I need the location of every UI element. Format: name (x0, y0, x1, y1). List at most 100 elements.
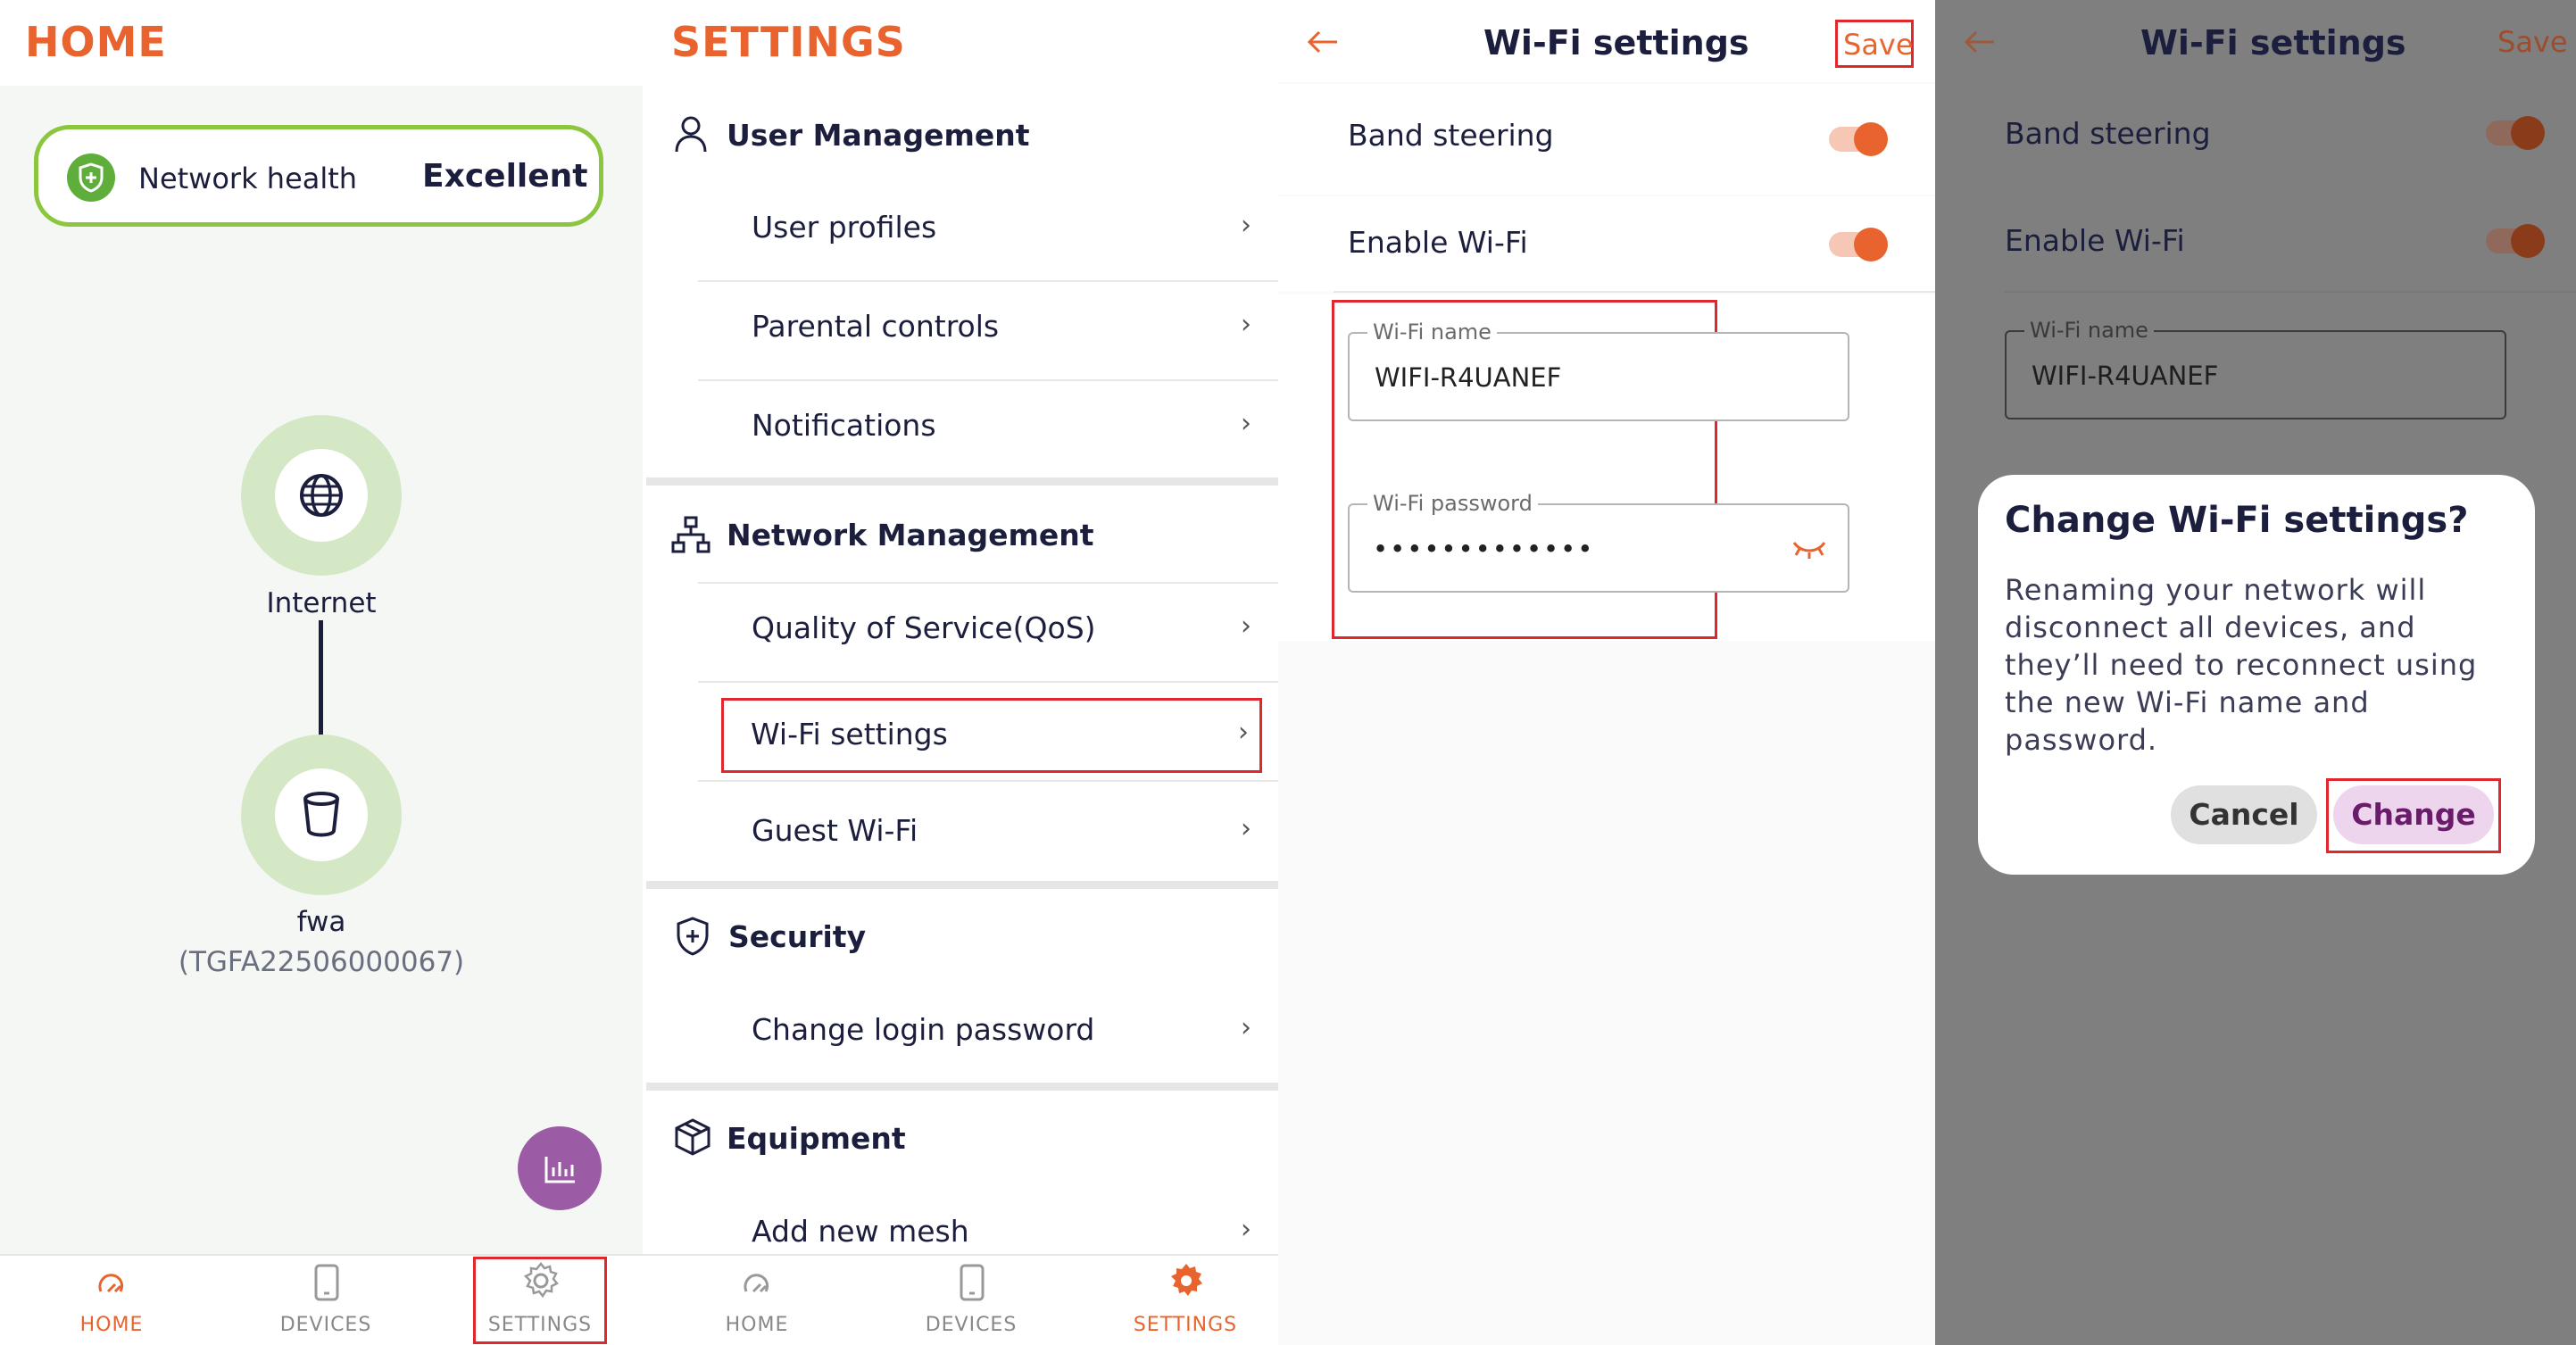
tab-home-label: HOME (725, 1314, 789, 1336)
tab-home[interactable]: HOME (22, 1256, 201, 1345)
network-health-card[interactable]: Network health Excellent (34, 125, 603, 227)
tab-devices-label: DEVICES (279, 1314, 372, 1336)
menu-item-parental-controls[interactable]: Parental controls › (698, 282, 1278, 380)
tab-devices-label: DEVICES (925, 1314, 1018, 1336)
band-steering-label: Band steering (1348, 118, 1554, 153)
menu-item-label: User profiles (752, 210, 937, 245)
tab-devices[interactable]: DEVICES (237, 1256, 415, 1345)
wifi-name-field: Wi-Fi name WIFI-R4UANEF (2005, 318, 2506, 419)
band-steering-toggle (2486, 116, 2545, 150)
shield-icon (677, 917, 709, 956)
chevron-right-icon: › (1241, 1012, 1251, 1043)
section-divider (646, 477, 1278, 486)
shield-icon (67, 154, 115, 202)
save-button: Save (2497, 25, 2568, 59)
band-steering-label: Band steering (2005, 116, 2211, 151)
confirm-dialog: Change Wi-Fi settings? Renaming your net… (1978, 475, 2535, 875)
section-divider (646, 881, 1278, 889)
connection-line (319, 620, 323, 736)
wifi-password-value: ••••••••••••• (1373, 534, 1595, 564)
menu-item-label: Add new mesh (752, 1214, 969, 1249)
menu-item-notifications[interactable]: Notifications › (698, 381, 1278, 479)
menu-item-label: Parental controls (752, 309, 1000, 344)
home-icon (98, 1274, 124, 1293)
band-steering-toggle[interactable] (1829, 122, 1888, 156)
chart-icon (544, 1157, 575, 1183)
stats-fab[interactable] (518, 1126, 602, 1210)
devices-icon (314, 1264, 339, 1301)
divider (1334, 291, 1935, 293)
wifi-name-value: WIFI-R4UANEF (2032, 361, 2219, 391)
wifi-name-value: WIFI-R4UANEF (1375, 362, 1562, 393)
chevron-right-icon: › (1241, 1214, 1251, 1245)
health-label: Network health (138, 162, 358, 195)
page-title: Wi-Fi settings (2140, 23, 2406, 62)
network-icon (671, 516, 710, 553)
router-icon (275, 768, 368, 861)
box-icon (675, 1118, 710, 1156)
wifi-name-label: Wi-Fi name (2024, 318, 2154, 343)
wifi-settings-screen: Wi-Fi settings Save Band steering Enable… (1278, 0, 1935, 1345)
back-arrow-icon[interactable] (1305, 29, 1341, 55)
enable-wifi-label: Enable Wi-Fi (1348, 225, 1528, 260)
section-security: Security (728, 919, 867, 954)
globe-icon (275, 449, 368, 542)
page-title: HOME (25, 18, 167, 66)
section-divider (646, 1083, 1278, 1091)
tab-home[interactable]: HOME (668, 1256, 846, 1345)
wifi-name-field[interactable]: Wi-Fi name WIFI-R4UANEF (1348, 320, 1849, 421)
menu-item-wifi-settings[interactable]: Wi-Fi settings › (721, 698, 1262, 773)
internet-node[interactable] (241, 415, 402, 576)
section-user-management: User Management (727, 118, 1030, 153)
device-name: fwa (296, 906, 346, 938)
device-id: (TGFA22506000067) (178, 946, 465, 978)
save-button[interactable]: Save (1835, 20, 1914, 68)
tab-home-label: HOME (79, 1314, 144, 1336)
home-screen: HOME Network health Excellent Internet f… (0, 0, 643, 1345)
save-label: Save (1843, 28, 1914, 62)
page-title: Wi-Fi settings (1483, 23, 1749, 62)
eye-closed-icon[interactable] (1791, 536, 1828, 560)
tab-settings[interactable]: SETTINGS (1096, 1256, 1275, 1345)
gateway-node[interactable] (241, 735, 402, 895)
gear-icon (1171, 1264, 1202, 1296)
chevron-right-icon: › (1241, 309, 1251, 340)
menu-item-label: Guest Wi-Fi (752, 813, 918, 848)
tab-settings-label: SETTINGS (1133, 1314, 1238, 1336)
settings-tab-highlight (473, 1257, 607, 1344)
chevron-right-icon: › (1241, 408, 1251, 439)
menu-item-label: Wi-Fi settings (751, 717, 948, 751)
cancel-button[interactable]: Cancel (2171, 785, 2317, 844)
settings-screen: SETTINGS User Management User profiles ›… (643, 0, 1278, 1345)
wifi-password-label: Wi-Fi password (1367, 491, 1538, 516)
enable-wifi-toggle (2486, 224, 2545, 258)
divider (2005, 291, 2576, 293)
menu-item-guest-wifi[interactable]: Guest Wi-Fi › (698, 782, 1278, 880)
menu-item-change-login-password[interactable]: Change login password › (698, 985, 1278, 1083)
band-steering-row: Band steering (1278, 84, 1935, 195)
chevron-right-icon: › (1241, 210, 1251, 241)
health-value: Excellent (422, 158, 588, 195)
divider (698, 681, 1278, 683)
page-title: SETTINGS (671, 18, 906, 66)
menu-item-label: Change login password (752, 1012, 1095, 1047)
home-icon (744, 1274, 769, 1293)
dialog-message: Renaming your network will disconnect al… (2005, 573, 2478, 757)
wifi-password-field[interactable]: Wi-Fi password ••••••••••••• (1348, 491, 1849, 593)
devices-icon (960, 1264, 985, 1301)
section-network-management: Network Management (727, 518, 1094, 552)
tab-devices[interactable]: DEVICES (882, 1256, 1060, 1345)
user-icon (675, 116, 707, 153)
dialog-title: Change Wi-Fi settings? (2005, 500, 2469, 541)
section-equipment: Equipment (727, 1121, 906, 1156)
back-arrow-icon (1964, 30, 1994, 54)
menu-item-label: Notifications (752, 408, 936, 443)
menu-item-user-profiles[interactable]: User profiles › (698, 183, 1278, 281)
enable-wifi-row: Enable Wi-Fi (1278, 196, 1935, 291)
menu-item-add-new-mesh[interactable]: Add new mesh › (698, 1187, 1278, 1255)
enable-wifi-toggle[interactable] (1829, 228, 1888, 262)
chevron-right-icon: › (1238, 717, 1249, 748)
menu-item-qos[interactable]: Quality of Service(QoS) › (698, 584, 1278, 682)
enable-wifi-label: Enable Wi-Fi (2005, 223, 2185, 258)
change-button-highlight (2326, 778, 2501, 853)
